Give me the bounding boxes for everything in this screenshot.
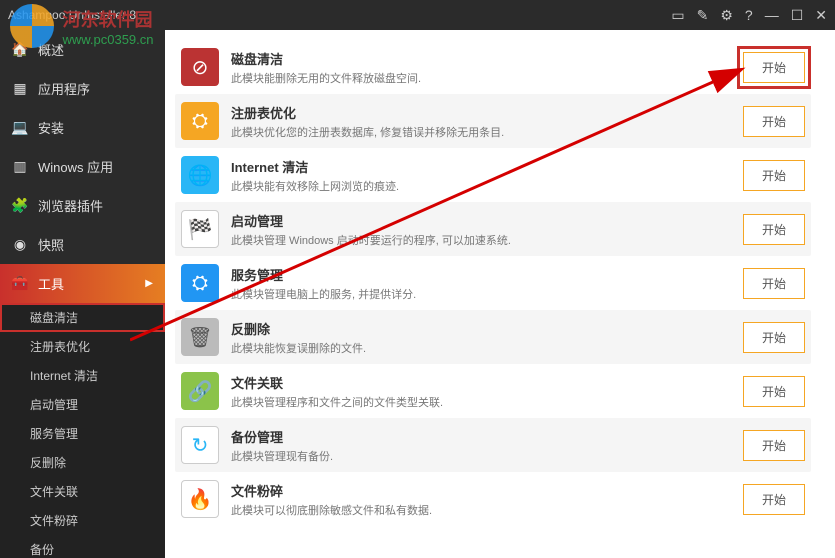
tool-text: 注册表优化 此模块优化您的注册表数据库, 修复错误并移除无用条目. (231, 103, 731, 140)
tool-desc: 此模块管理电脑上的服务, 并提供详分. (231, 286, 731, 302)
tool-icon: ⊘ (181, 48, 219, 86)
tool-row-4: ⛭ 服务管理 此模块管理电脑上的服务, 并提供详分. 开始 (175, 256, 811, 310)
tool-icon: 🗑 (181, 318, 219, 356)
sidebar-item-3[interactable]: ▥ Winows 应用 (0, 147, 165, 186)
tool-text: 备份管理 此模块管理现有备份. (231, 427, 731, 464)
titlebar: Ashampoo UnInstaller 8 ▭ ✎ ⚙ ? — ☐ ✕ (0, 0, 835, 30)
close-icon[interactable]: ✕ (815, 7, 827, 24)
sidebar-sub-item-4[interactable]: 服务管理 (0, 419, 165, 448)
start-button[interactable]: 开始 (743, 160, 805, 191)
tool-icon: 🔗 (181, 372, 219, 410)
start-button[interactable]: 开始 (743, 376, 805, 407)
start-button[interactable]: 开始 (743, 322, 805, 353)
sidebar-sub-item-0[interactable]: 磁盘清洁 (0, 303, 165, 332)
tool-row-6: 🔗 文件关联 此模块管理程序和文件之间的文件类型关联. 开始 (175, 364, 811, 418)
tool-desc: 此模块能有效移除上网浏览的痕迹. (231, 178, 731, 194)
tool-text: 启动管理 此模块管理 Windows 启动时要运行的程序, 可以加速系统. (231, 211, 731, 248)
sidebar-sub-item-5[interactable]: 反删除 (0, 448, 165, 477)
start-button[interactable]: 开始 (743, 430, 805, 461)
tool-title: 服务管理 (231, 265, 731, 284)
start-button[interactable]: 开始 (743, 484, 805, 515)
tool-icon: ⛭ (181, 102, 219, 140)
tool-title: 注册表优化 (231, 103, 731, 122)
tool-row-3: 🏁 启动管理 此模块管理 Windows 启动时要运行的程序, 可以加速系统. … (175, 202, 811, 256)
chevron-right-icon: ▶ (145, 278, 153, 289)
tool-desc: 此模块管理现有备份. (231, 448, 731, 464)
sidebar-sub-item-2[interactable]: Internet 清洁 (0, 361, 165, 390)
tool-text: 服务管理 此模块管理电脑上的服务, 并提供详分. (231, 265, 731, 302)
min-icon[interactable]: — (765, 7, 779, 23)
sidebar-item-0[interactable]: 🏠 概述 (0, 30, 165, 69)
tool-title: 文件关联 (231, 373, 731, 392)
tool-text: Internet 清洁 此模块能有效移除上网浏览的痕迹. (231, 157, 731, 194)
nav-label: 应用程序 (38, 79, 90, 98)
nav-icon: ◉ (12, 237, 28, 253)
nav-icon: 🧩 (12, 198, 28, 214)
gear-icon[interactable]: ⚙ (720, 7, 733, 24)
nav-icon: ▥ (12, 159, 28, 175)
tool-row-5: 🗑 反删除 此模块能恢复误删除的文件. 开始 (175, 310, 811, 364)
tool-row-1: ⛭ 注册表优化 此模块优化您的注册表数据库, 修复错误并移除无用条目. 开始 (175, 94, 811, 148)
app-title: Ashampoo UnInstaller 8 (8, 8, 136, 22)
sidebar-item-5[interactable]: ◉ 快照 (0, 225, 165, 264)
tool-icon: 🏁 (181, 210, 219, 248)
sidebar: 🏠 概述 ▦ 应用程序 💻 安装 ▥ Winows 应用 🧩 浏览器插件 ◉ 快照 🧰 工具 ▶ 磁盘清洁注… (0, 30, 165, 558)
tool-desc: 此模块管理 Windows 启动时要运行的程序, 可以加速系统. (231, 232, 731, 248)
content-area: ⊘ 磁盘清洁 此模块能删除无用的文件释放磁盘空间. 开始 ⛭ 注册表优化 此模块… (165, 30, 835, 558)
tool-desc: 此模块可以彻底删除敏感文件和私有数据. (231, 502, 731, 518)
tool-icon: 🔥 (181, 480, 219, 518)
nav-icon: 🧰 (12, 276, 28, 292)
help-icon[interactable]: ? (745, 7, 753, 23)
tool-row-2: 🌐 Internet 清洁 此模块能有效移除上网浏览的痕迹. 开始 (175, 148, 811, 202)
nav-icon: 💻 (12, 120, 28, 136)
nav-icon: 🏠 (12, 42, 28, 58)
edit-icon[interactable]: ✎ (697, 7, 709, 24)
tool-title: Internet 清洁 (231, 157, 731, 176)
tool-desc: 此模块优化您的注册表数据库, 修复错误并移除无用条目. (231, 124, 731, 140)
tool-title: 文件粉碎 (231, 481, 731, 500)
max-icon[interactable]: ☐ (791, 7, 804, 24)
tool-text: 反删除 此模块能恢复误删除的文件. (231, 319, 731, 356)
tool-title: 备份管理 (231, 427, 731, 446)
tool-icon: ↻ (181, 426, 219, 464)
sidebar-item-1[interactable]: ▦ 应用程序 (0, 69, 165, 108)
start-button[interactable]: 开始 (743, 106, 805, 137)
start-button[interactable]: 开始 (743, 52, 805, 83)
tool-title: 启动管理 (231, 211, 731, 230)
sidebar-item-6[interactable]: 🧰 工具 ▶ (0, 264, 165, 303)
nav-label: 快照 (38, 235, 64, 254)
window-controls: ▭ ✎ ⚙ ? — ☐ ✕ (671, 7, 827, 24)
tool-text: 文件关联 此模块管理程序和文件之间的文件类型关联. (231, 373, 731, 410)
start-button[interactable]: 开始 (743, 268, 805, 299)
nav-icon: ▦ (12, 81, 28, 97)
msg-icon[interactable]: ▭ (671, 7, 684, 24)
sidebar-submenu: 磁盘清洁注册表优化Internet 清洁启动管理服务管理反删除文件关联文件粉碎备… (0, 303, 165, 558)
sidebar-sub-item-6[interactable]: 文件关联 (0, 477, 165, 506)
sidebar-item-2[interactable]: 💻 安装 (0, 108, 165, 147)
sidebar-sub-item-7[interactable]: 文件粉碎 (0, 506, 165, 535)
tool-desc: 此模块管理程序和文件之间的文件类型关联. (231, 394, 731, 410)
nav-label: 工具 (38, 274, 64, 293)
tool-row-0: ⊘ 磁盘清洁 此模块能删除无用的文件释放磁盘空间. 开始 (175, 40, 811, 94)
nav-label: Winows 应用 (38, 157, 113, 176)
tool-desc: 此模块能恢复误删除的文件. (231, 340, 731, 356)
nav-label: 浏览器插件 (38, 196, 103, 215)
sidebar-sub-item-8[interactable]: 备份 (0, 535, 165, 558)
sidebar-sub-item-3[interactable]: 启动管理 (0, 390, 165, 419)
tool-icon: 🌐 (181, 156, 219, 194)
tool-text: 文件粉碎 此模块可以彻底删除敏感文件和私有数据. (231, 481, 731, 518)
nav-label: 安装 (38, 118, 64, 137)
tool-text: 磁盘清洁 此模块能删除无用的文件释放磁盘空间. (231, 49, 731, 86)
tool-title: 磁盘清洁 (231, 49, 731, 68)
tool-row-7: ↻ 备份管理 此模块管理现有备份. 开始 (175, 418, 811, 472)
tool-icon: ⛭ (181, 264, 219, 302)
tool-desc: 此模块能删除无用的文件释放磁盘空间. (231, 70, 731, 86)
start-button[interactable]: 开始 (743, 214, 805, 245)
tool-title: 反删除 (231, 319, 731, 338)
sidebar-item-4[interactable]: 🧩 浏览器插件 (0, 186, 165, 225)
nav-label: 概述 (38, 40, 64, 59)
sidebar-sub-item-1[interactable]: 注册表优化 (0, 332, 165, 361)
tool-row-8: 🔥 文件粉碎 此模块可以彻底删除敏感文件和私有数据. 开始 (175, 472, 811, 526)
